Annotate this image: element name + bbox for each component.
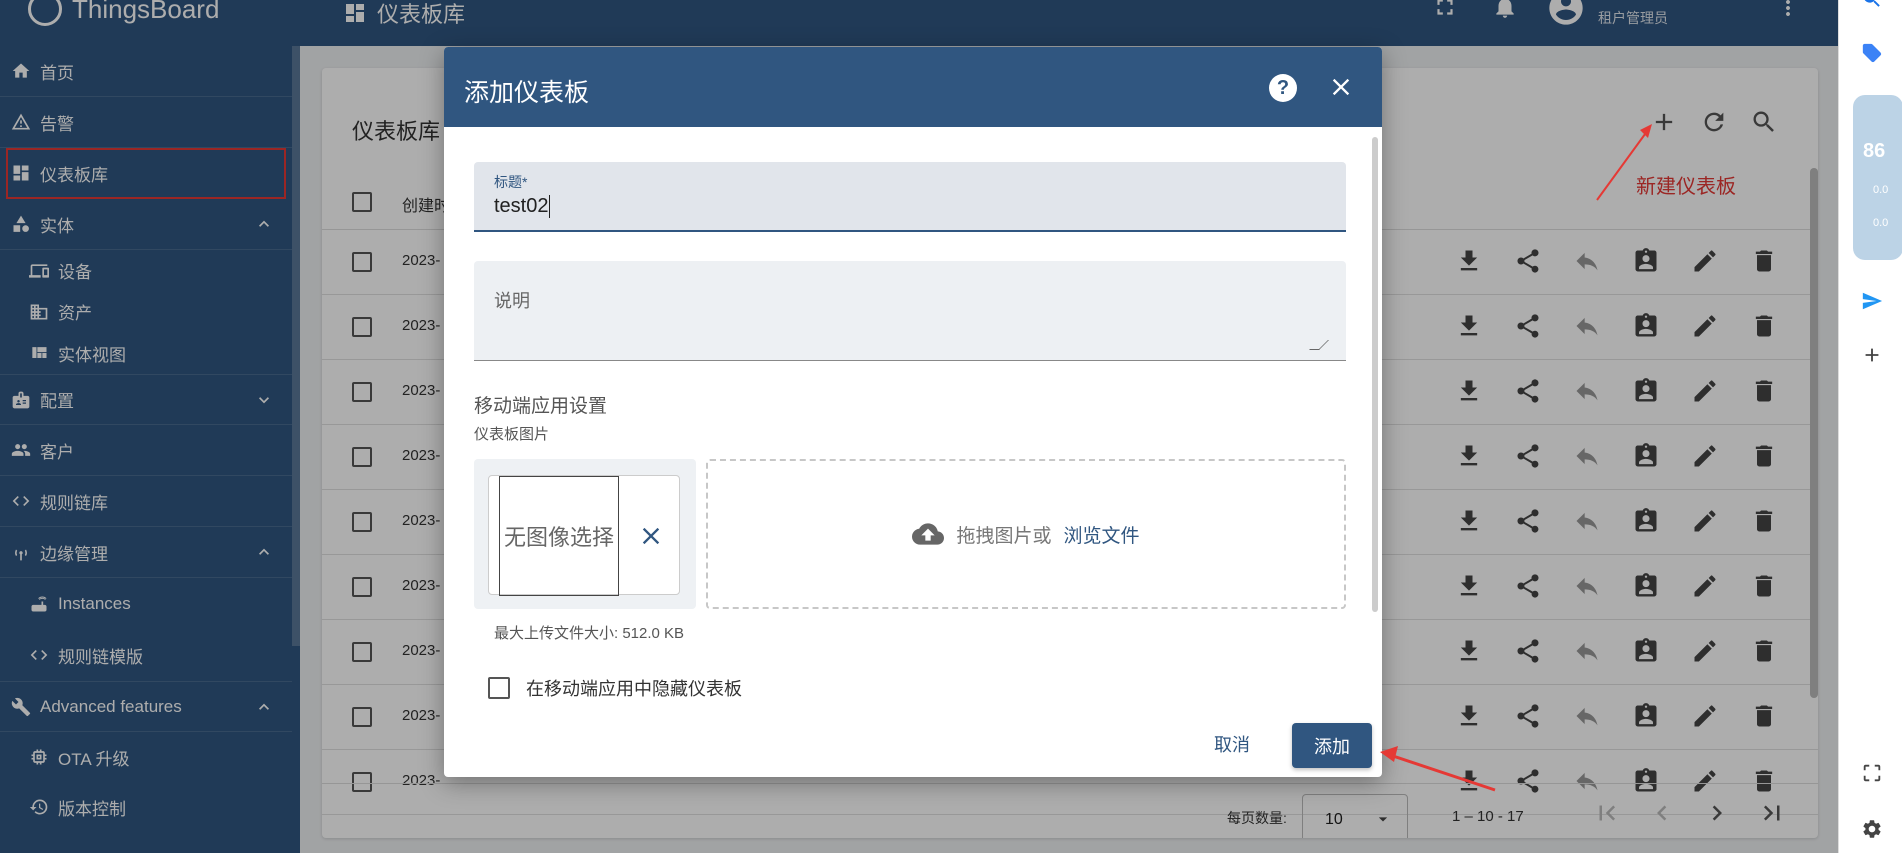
widget-score: 86 [1863,140,1886,162]
clear-image-icon[interactable] [637,522,665,553]
dialog-header: 添加仪表板 ? [444,47,1382,127]
widget-stat-up: 0.0 [1873,184,1889,196]
title-field-label: 标题* [494,174,528,190]
hide-on-mobile-option[interactable]: 在移动端应用中隐藏仪表板 [488,675,742,701]
description-field[interactable]: 说明 [474,261,1346,361]
tag-icon[interactable] [1861,42,1883,64]
help-icon[interactable]: ? [1269,74,1297,102]
search-icon[interactable] [1861,0,1883,10]
title-input[interactable]: test02 [494,195,551,218]
dialog-title: 添加仪表板 [464,79,590,107]
settings-icon[interactable] [1861,818,1883,840]
add-dashboard-dialog: 添加仪表板 ? 标题* test02 说明 移动端应用设置 仪表板图片 无图像选… [444,47,1382,777]
image-preview: 无图像选择 [488,475,680,596]
cancel-button[interactable]: 取消 [1214,731,1250,757]
screenshot-icon[interactable] [1861,762,1883,784]
add-button[interactable]: 添加 [1292,723,1372,768]
description-field-label: 说明 [494,291,530,311]
drop-text: 拖拽图片或 [956,525,1052,547]
resize-handle-icon[interactable] [1309,340,1329,350]
dashboard-image-label: 仪表板图片 [474,426,550,443]
send-icon[interactable] [1861,290,1883,312]
image-drop-zone[interactable]: 拖拽图片或 浏览文件 [706,459,1346,609]
cloud-upload-icon [912,523,945,545]
add-icon[interactable] [1861,344,1883,366]
browse-files-link[interactable]: 浏览文件 [1064,521,1140,548]
hide-on-mobile-label: 在移动端应用中隐藏仪表板 [526,679,742,699]
dialog-scrollbar[interactable] [1372,137,1378,612]
mobile-settings-heading: 移动端应用设置 [474,396,608,417]
browser-side-rail: 86 0.0 0.0 [1838,0,1902,853]
image-preview-box: 无图像选择 [474,459,696,609]
max-upload-size: 最大上传文件大小: 512.0 KB [494,625,685,642]
close-icon[interactable] [1327,73,1355,104]
system-monitor-widget[interactable] [1853,95,1902,260]
widget-stat-down: 0.0 [1873,217,1889,229]
title-field[interactable]: 标题* test02 [474,162,1346,232]
hide-on-mobile-checkbox[interactable] [488,677,510,699]
no-image-placeholder: 无图像选择 [499,476,619,596]
